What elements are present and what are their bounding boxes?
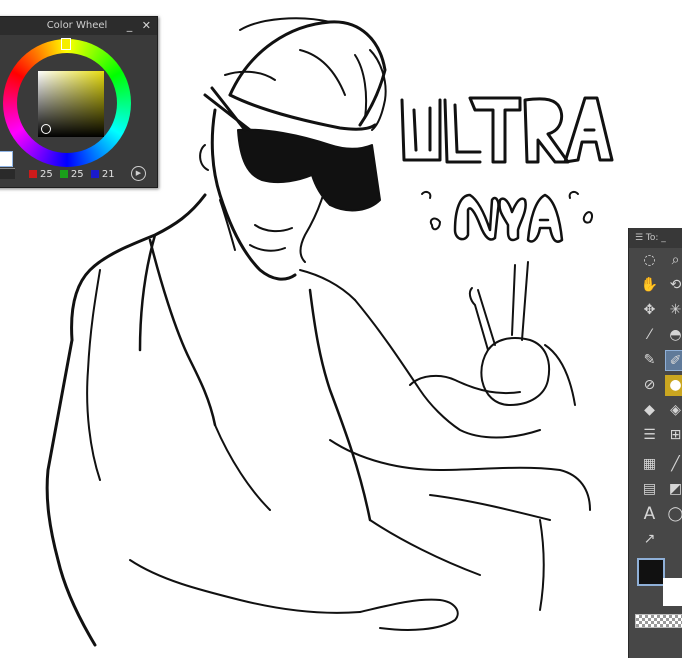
green-channel-icon [59,170,68,178]
ruler-icon[interactable]: ◩ [665,479,682,500]
red-value[interactable]: 25 [40,169,53,180]
close-icon[interactable]: ✕ [142,19,151,32]
red-channel-icon [29,170,37,178]
line-icon[interactable]: ╱ [665,454,682,475]
move-icon[interactable]: ✥ [639,300,660,321]
balloon-icon[interactable]: ◯ [665,504,682,525]
eraser-icon[interactable]: ⊘ [639,375,660,396]
fill-bucket-icon[interactable]: ◓ [665,325,682,346]
lines-icon[interactable]: ☰ [639,425,660,446]
eyedropper-icon[interactable]: ⁄ [639,325,660,346]
transparent-color-swatch[interactable] [635,614,682,628]
pen-sub-icon[interactable]: ✎ [639,350,660,371]
rotate-3d-icon[interactable]: ⟲ [665,275,682,296]
correct-line-icon[interactable]: ↗ [639,529,660,550]
gradient-icon[interactable]: ▦ [639,454,660,475]
sub-color-swatch[interactable] [663,578,682,606]
play-icon[interactable]: ▶ [131,166,146,181]
color-wheel-titlebar[interactable]: Color Wheel _ ✕ [0,17,157,35]
minimize-icon[interactable]: _ [127,19,133,32]
saturation-value-square[interactable] [38,71,104,137]
frame-icon[interactable]: ▤ [639,479,660,500]
lasso-icon[interactable]: ◌ [639,250,660,271]
current-color-swatch[interactable] [0,151,13,167]
color-wheel-title: Color Wheel [46,20,108,31]
blend-icon[interactable]: ● [665,375,682,396]
pen-icon[interactable]: ✐ [665,350,682,371]
blue-channel-icon [90,170,99,178]
swap-color-swatch[interactable] [0,168,15,179]
hand-icon[interactable]: ✋ [639,275,660,296]
tools-panel-title[interactable]: ☰ To: _ [629,228,682,248]
rgb-readout: 25 25 21 [25,169,115,180]
fill-icon[interactable]: ◈ [665,400,682,421]
color-picker-cursor[interactable] [41,124,51,134]
grid-icon[interactable]: ⊞ [665,425,682,446]
color-wheel-panel: Color Wheel _ ✕ 25 25 21 ▶ [0,16,158,188]
sparkle-icon[interactable]: ✳ [665,300,682,321]
text-icon[interactable]: A [639,504,660,525]
main-color-swatch[interactable] [637,558,665,586]
hue-marker[interactable] [61,38,71,50]
zoom-icon[interactable]: ⌕ [665,250,682,271]
eraser-2-icon[interactable]: ◆ [639,400,660,421]
tools-panel: ☰ To: _ ◌ ⌕ ✋ ⟲ ✥ ✳ ⁄ ◓ ✎ ✐ ⊘ ● ◆ ◈ ☰ ⊞ … [628,228,682,658]
green-value[interactable]: 25 [71,169,84,180]
blue-value[interactable]: 21 [102,169,115,180]
